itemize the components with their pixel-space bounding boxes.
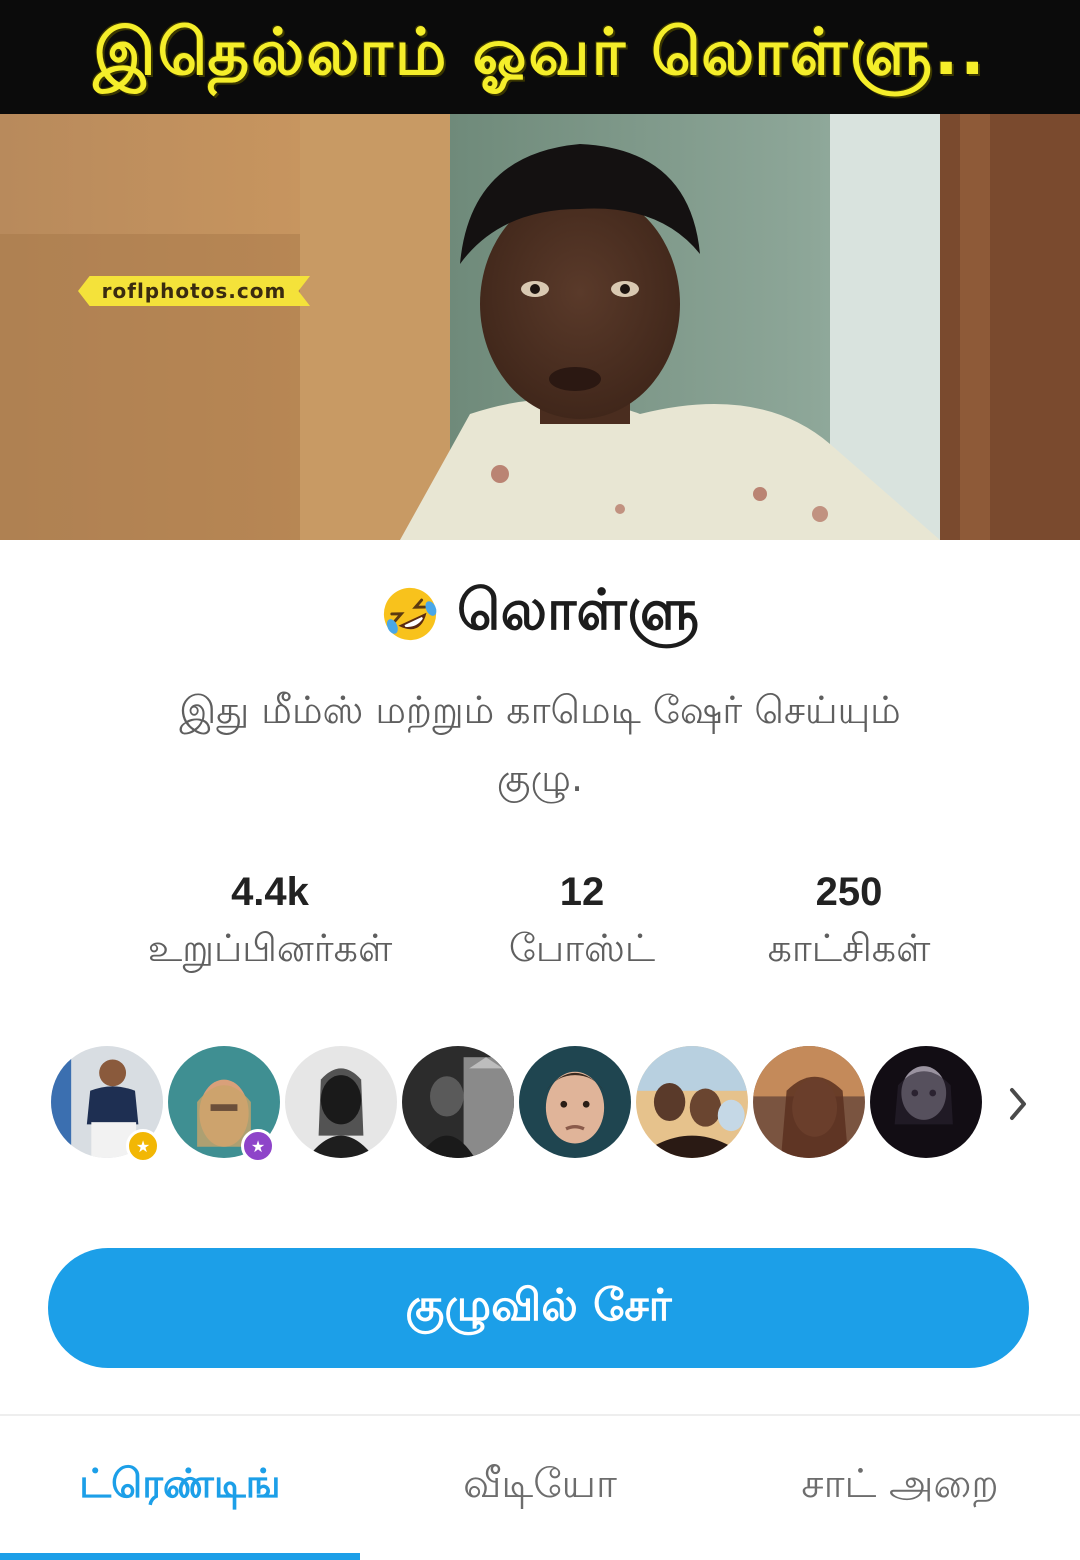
rolling-on-floor-laughing-icon: [383, 587, 437, 641]
member-avatar[interactable]: [399, 1043, 517, 1161]
member-avatar[interactable]: [633, 1043, 751, 1161]
stat-value: 4.4k: [231, 870, 309, 914]
group-header: லொள்ளு: [0, 574, 1080, 654]
member-avatar[interactable]: [867, 1043, 985, 1161]
chevron-right-icon[interactable]: [996, 1080, 1040, 1128]
moderator-badge-icon: ★: [241, 1129, 275, 1163]
join-group-button[interactable]: குழுவில் சேர்: [48, 1248, 1029, 1368]
tab-video[interactable]: வீடியோ: [360, 1416, 720, 1556]
group-name: லொள்ளு: [456, 578, 700, 643]
meme-caption: இதெல்லாம் ஓவர் லொள்ளு..: [93, 16, 987, 90]
cover-image: இதெல்லாம் ஓவர் லொள்ளு.. roflphotos.com: [0, 0, 1080, 540]
stat-members[interactable]: 4.4k உறுப்பினர்கள்: [90, 862, 450, 976]
active-tab-indicator: [0, 1553, 360, 1560]
meme-photo: [0, 114, 1080, 540]
group-stats: 4.4k உறுப்பினர்கள் 12 போஸ்ட் 250 காட்சிக…: [0, 862, 1080, 992]
stat-views[interactable]: 250 காட்சிகள்: [669, 862, 1029, 976]
tab-chat-room[interactable]: சாட் அறை: [720, 1416, 1080, 1556]
member-avatar[interactable]: [750, 1043, 868, 1161]
member-avatars: ★ ★: [48, 1043, 1038, 1165]
member-avatar[interactable]: [282, 1043, 400, 1161]
tab-bar: ட்ரெண்டிங் வீடியோ சாட் அறை: [0, 1416, 1080, 1560]
meme-caption-bar: இதெல்லாம் ஓவர் லொள்ளு..: [0, 0, 1080, 114]
admin-badge-icon: ★: [126, 1129, 160, 1163]
watermark: roflphotos.com: [78, 276, 310, 306]
stat-label: காட்சிகள்: [767, 926, 931, 970]
stat-label: உறுப்பினர்கள்: [147, 926, 393, 970]
group-description: இது மீம்ஸ் மற்றும் காமெடி ஷேர் செய்யும் …: [179, 688, 901, 800]
tab-trending[interactable]: ட்ரெண்டிங்: [0, 1416, 360, 1556]
member-avatar[interactable]: [516, 1043, 634, 1161]
stat-value: 250: [815, 870, 883, 914]
